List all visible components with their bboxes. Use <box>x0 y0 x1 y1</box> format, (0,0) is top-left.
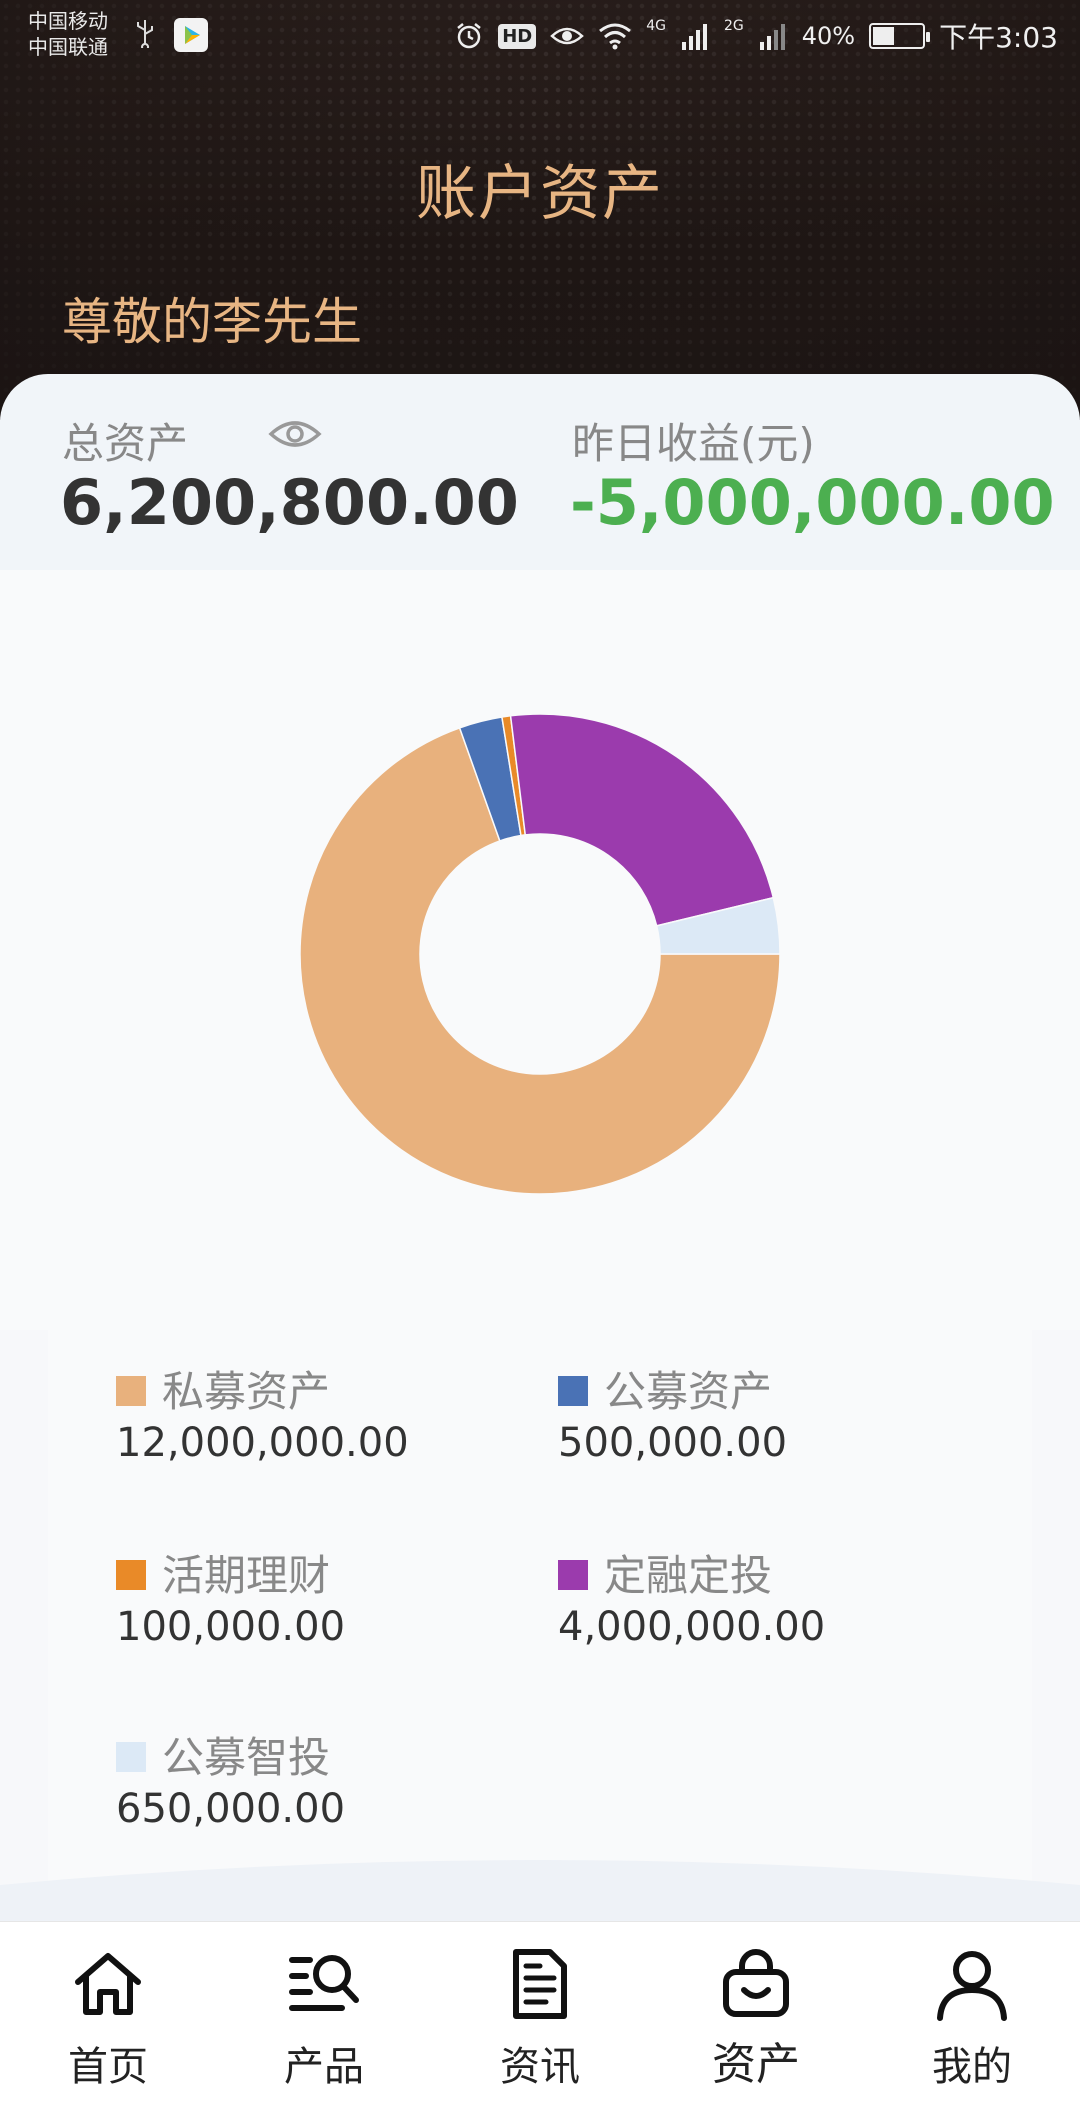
home-icon <box>70 1946 146 2022</box>
yesterday-income-value: -5,000,000.00 <box>570 466 1055 539</box>
legend-name: 公募智投 <box>162 1733 331 1782</box>
clock: 下午3:03 <box>939 21 1058 54</box>
legend-swatch <box>558 1560 588 1590</box>
nav-label: 我的 <box>932 2044 1012 2090</box>
battery-percent: 40% <box>801 22 856 50</box>
asset-summary-card: 总资产 6,200,800.00 昨日收益(元) -5,000,000.00 <box>0 374 1080 570</box>
legend-value: 100,000.00 <box>116 1604 346 1650</box>
nav-label: 首页 <box>68 2044 148 2090</box>
legend-value: 500,000.00 <box>558 1420 788 1466</box>
bottom-nav: 首页 产品 资讯 资产 我的 <box>0 1921 1080 2101</box>
page-title: 账户资产 <box>416 159 664 229</box>
wifi-icon <box>599 23 632 50</box>
nav-item-assets[interactable]: 资产 <box>648 1922 864 2101</box>
document-icon <box>502 1946 578 2022</box>
nav-item-news[interactable]: 资讯 <box>432 1922 648 2101</box>
carrier-2: 中国联通 <box>28 35 108 59</box>
legend-name: 定融定投 <box>604 1551 773 1600</box>
chart-legend: 私募资产 12,000,000.00 公募资产 500,000.00 活期理财 100,0… <box>48 1330 1032 1890</box>
eye-care-icon <box>550 27 585 45</box>
total-assets-value: 6,200,800.00 <box>60 466 519 539</box>
user-icon <box>934 1946 1010 2022</box>
hd-badge: HD <box>498 23 537 49</box>
nav-label: 产品 <box>284 2044 364 2090</box>
legend-name: 公募资产 <box>604 1367 773 1416</box>
legend-name: 活期理财 <box>162 1551 331 1600</box>
total-assets-label: 总资产 <box>62 419 189 468</box>
greeting-text: 尊敬的李先生 <box>62 293 362 351</box>
legend-swatch <box>116 1376 146 1406</box>
signal-2g: 2G <box>724 18 744 34</box>
nav-item-mine[interactable]: 我的 <box>864 1922 1080 2101</box>
legend-value: 650,000.00 <box>116 1786 346 1832</box>
carrier-1: 中国移动 <box>28 9 108 33</box>
alarm-icon <box>457 23 481 49</box>
usb-icon <box>137 20 153 48</box>
bottom-wave <box>0 1860 1080 1925</box>
signal-bars-icon <box>759 24 785 50</box>
signal-4g: 4G <box>646 18 666 34</box>
chart-area <box>0 570 1080 1330</box>
signal-bars-icon <box>682 24 707 50</box>
legend-value: 4,000,000.00 <box>558 1604 826 1650</box>
legend-swatch <box>116 1742 146 1772</box>
legend-swatch <box>116 1560 146 1590</box>
donut-slice-3 <box>509 713 775 927</box>
bag-icon <box>718 1946 794 2022</box>
nav-label: 资产 <box>712 2039 800 2090</box>
nav-item-product[interactable]: 产品 <box>216 1922 432 2101</box>
nav-label: 资讯 <box>500 2044 580 2090</box>
app-notification-icon <box>174 18 208 52</box>
battery-icon <box>869 23 931 49</box>
legend-swatch <box>558 1376 588 1406</box>
legend-value: 12,000,000.00 <box>116 1420 409 1466</box>
product-search-icon <box>286 1946 362 2022</box>
status-right: HD 4G 2G 40% 下午3:03 <box>454 12 1058 60</box>
carrier-text: 中国移动 中国联通 <box>28 8 108 60</box>
status-bar: 中国移动 中国联通 HD 4G 2G 40% 下午3:03 <box>0 0 1080 72</box>
legend-name: 私募资产 <box>162 1367 331 1416</box>
yesterday-income-label: 昨日收益(元) <box>572 419 815 468</box>
eye-icon[interactable] <box>268 414 322 454</box>
header-banner: 中国移动 中国联通 HD 4G 2G 40% 下午3:03 账户资产 尊敬的李先… <box>0 0 1080 420</box>
nav-item-home[interactable]: 首页 <box>0 1922 216 2101</box>
asset-donut-chart <box>299 713 781 1195</box>
